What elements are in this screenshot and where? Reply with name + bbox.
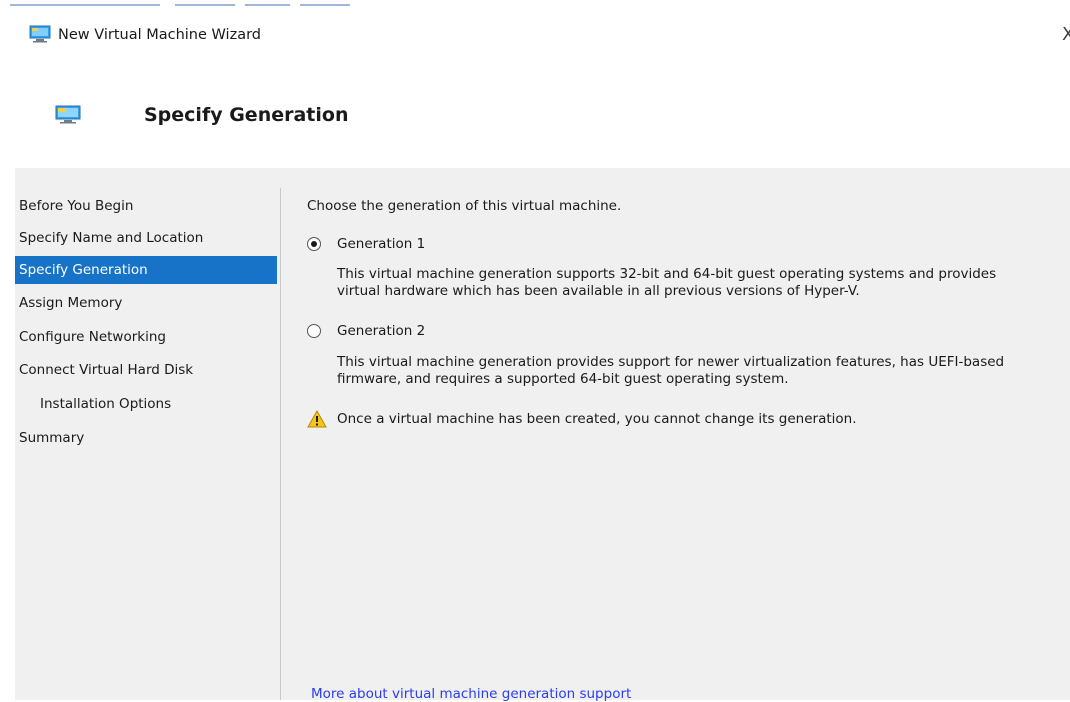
- warning-icon: [307, 409, 327, 432]
- sidebar-divider: [280, 188, 281, 700]
- generation-1-description: This virtual machine generation supports…: [337, 266, 1070, 300]
- generation-1-radio[interactable]: [307, 237, 321, 251]
- page-header: Specify Generation: [0, 90, 1070, 150]
- monitor-icon: [55, 105, 81, 129]
- description-line: This virtual machine generation provides…: [337, 354, 1005, 370]
- generation-2-description: This virtual machine generation provides…: [337, 354, 1070, 388]
- wizard-content: Before You Begin Specify Name and Locati…: [15, 168, 1070, 702]
- intro-text: Choose the generation of this virtual ma…: [307, 198, 622, 214]
- step-summary[interactable]: Summary: [15, 424, 277, 452]
- title-bar: New Virtual Machine Wizard X: [0, 14, 1070, 58]
- description-line: This virtual machine generation supports…: [337, 266, 997, 282]
- top-strip: [10, 0, 350, 10]
- step-connect-virtual-hard-disk[interactable]: Connect Virtual Hard Disk: [15, 356, 277, 384]
- window-title: New Virtual Machine Wizard: [58, 27, 261, 43]
- step-before-you-begin[interactable]: Before You Begin: [15, 192, 277, 220]
- step-configure-networking[interactable]: Configure Networking: [15, 323, 277, 351]
- main-panel: Choose the generation of this virtual ma…: [307, 168, 1070, 702]
- generation-2-label[interactable]: Generation 2: [337, 323, 425, 339]
- page-title: Specify Generation: [144, 104, 349, 126]
- warning-text: Once a virtual machine has been created,…: [337, 411, 857, 427]
- wizard-steps-sidebar: Before You Begin Specify Name and Locati…: [15, 168, 280, 700]
- close-button[interactable]: X: [1062, 24, 1070, 45]
- generation-2-radio[interactable]: [307, 324, 321, 338]
- monitor-icon: [29, 25, 51, 47]
- description-line: virtual hardware which has been availabl…: [337, 283, 860, 299]
- step-specify-name-and-location[interactable]: Specify Name and Location: [15, 224, 277, 252]
- step-assign-memory[interactable]: Assign Memory: [15, 289, 277, 317]
- generation-1-label[interactable]: Generation 1: [337, 236, 425, 252]
- step-specify-generation[interactable]: Specify Generation: [15, 256, 277, 284]
- description-line: firmware, and requires a supported 64-bi…: [337, 371, 789, 387]
- step-installation-options[interactable]: Installation Options: [15, 390, 277, 418]
